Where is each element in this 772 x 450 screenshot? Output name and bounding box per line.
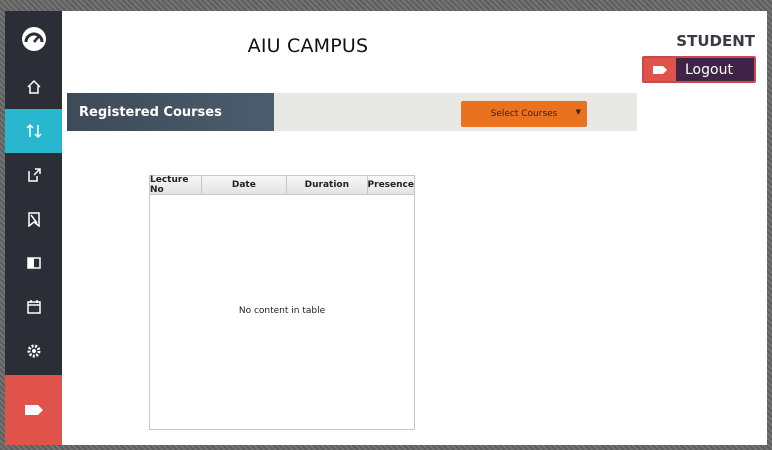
app-window: AIU CAMPUS STUDENT Logout Registered Cou… [5, 11, 767, 445]
select-courses-dropdown[interactable]: Select Courses ▼ [461, 101, 587, 127]
logout-button[interactable]: Logout [642, 56, 756, 83]
select-courses-label: Select Courses [490, 109, 558, 119]
sidebar [5, 11, 62, 445]
column-header-duration[interactable]: Duration [287, 176, 368, 194]
settings-gear-icon[interactable] [5, 329, 62, 373]
sort-arrows-icon[interactable] [5, 109, 62, 153]
home-icon[interactable] [5, 65, 62, 109]
page-title: AIU CAMPUS [247, 35, 369, 57]
bookmark-icon[interactable] [5, 197, 62, 241]
table-header: Lecture No Date Duration Presence [150, 175, 414, 195]
courses-bar: Registered Courses Select Courses ▼ [67, 93, 637, 131]
tag-icon[interactable] [5, 375, 62, 445]
dashboard-gauge-icon[interactable] [5, 17, 62, 61]
chevron-down-icon: ▼ [575, 108, 581, 116]
logout-label: Logout [685, 61, 733, 78]
empty-table-message: No content in table [238, 306, 326, 316]
tag-icon [644, 58, 676, 81]
lectures-table[interactable]: Lecture No Date Duration Presence No con… [149, 175, 415, 430]
registered-courses-title: Registered Courses [67, 93, 274, 131]
panel-icon[interactable] [5, 241, 62, 285]
calendar-icon[interactable] [5, 285, 62, 329]
column-header-presence[interactable]: Presence [368, 176, 414, 194]
column-header-lecture-no[interactable]: Lecture No [150, 175, 202, 195]
column-header-date[interactable]: Date [202, 176, 288, 194]
export-icon[interactable] [5, 153, 62, 197]
role-label: STUDENT [676, 32, 755, 50]
